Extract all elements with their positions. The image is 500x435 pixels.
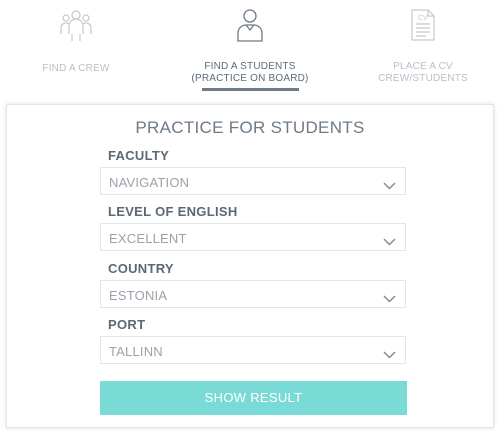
tab-place-a-cv[interactable]: CV PLACE A CV CREW/STUDENTS bbox=[343, 0, 500, 85]
english-level-value: EXCELLENT bbox=[109, 231, 187, 246]
chevron-down-icon bbox=[383, 177, 396, 195]
port-label: PORT bbox=[108, 317, 146, 332]
port-select[interactable]: TALLINN bbox=[100, 336, 406, 364]
chevron-down-icon bbox=[383, 346, 396, 364]
country-value: ESTONIA bbox=[109, 288, 168, 303]
student-person-icon bbox=[170, 8, 330, 47]
cv-document-icon: CV bbox=[343, 8, 500, 47]
tab-bar: FIND A CREW FIND A STUDENTS (PRACTICE ON… bbox=[0, 0, 500, 100]
english-level-label: LEVEL OF ENGLISH bbox=[108, 204, 238, 219]
country-label: COUNTRY bbox=[108, 261, 174, 276]
show-result-button[interactable]: SHOW RESULT bbox=[100, 381, 407, 415]
tab-label-line2: (PRACTICE ON BOARD) bbox=[191, 73, 309, 84]
chevron-down-icon bbox=[383, 290, 396, 308]
chevron-down-icon bbox=[383, 233, 396, 251]
english-level-select[interactable]: EXCELLENT bbox=[100, 223, 406, 251]
faculty-value: NAVIGATION bbox=[109, 175, 190, 190]
search-form-card: PRACTICE FOR STUDENTS FACULTY NAVIGATION… bbox=[6, 104, 494, 428]
faculty-label: FACULTY bbox=[108, 148, 170, 163]
tab-label: FIND A CREW bbox=[42, 63, 110, 74]
tab-find-students[interactable]: FIND A STUDENTS (PRACTICE ON BOARD) bbox=[170, 0, 330, 85]
faculty-select[interactable]: NAVIGATION bbox=[100, 167, 406, 195]
form-title: PRACTICE FOR STUDENTS bbox=[135, 118, 365, 137]
tab-find-a-crew[interactable]: FIND A CREW bbox=[0, 0, 156, 75]
tab-label-line2: CREW/STUDENTS bbox=[378, 73, 468, 84]
tab-label-line1: FIND A STUDENTS bbox=[204, 61, 296, 72]
tab-label-line1: PLACE A CV bbox=[393, 61, 453, 72]
active-tab-indicator bbox=[202, 88, 299, 91]
crew-group-icon bbox=[0, 8, 156, 47]
port-value: TALLINN bbox=[109, 344, 163, 359]
cv-icon-text: CV bbox=[418, 15, 428, 22]
country-select[interactable]: ESTONIA bbox=[100, 280, 406, 308]
